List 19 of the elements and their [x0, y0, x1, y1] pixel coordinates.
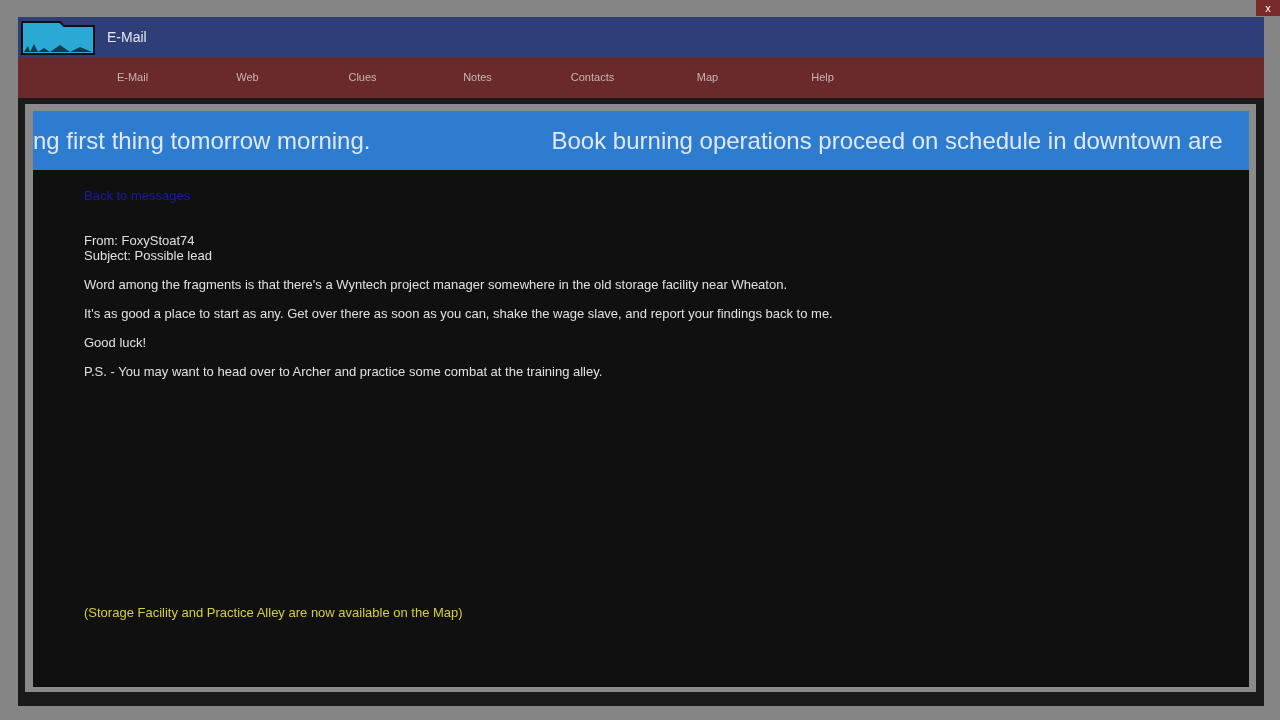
subject-line: Subject: Possible lead: [84, 247, 213, 263]
ticker-text: ng first thing tomorrow morning.: [33, 125, 371, 156]
message-paragraph: P.S. - You may want to head over to Archer and practice some combat at the training alley.: [84, 363, 604, 379]
message-paragraph: Word among the fragments is that there's a Wyntech project manager somewhere in the old storage facility near Wheaton.: [84, 276, 789, 292]
nav-tab[interactable]: Help: [765, 69, 880, 86]
nav-tab[interactable]: Clues: [305, 69, 420, 86]
nav-tab[interactable]: Notes: [420, 69, 535, 86]
sender-line: From: FoxyStoat74: [84, 232, 196, 248]
message-paragraph: It's as good a place to start as any. Get over there as soon as you can, shake the wage slave, and report your findings back to me.: [84, 305, 834, 321]
nav-tab[interactable]: Web: [190, 69, 305, 86]
nav-tab[interactable]: E-Mail: [75, 69, 190, 86]
close-button[interactable]: x: [1256, 0, 1280, 16]
ticker-text: Book burning operations proceed on schedule in downtown are: [551, 125, 1223, 156]
window-title: E-Mail: [107, 27, 147, 47]
nav-tab[interactable]: Map: [650, 69, 765, 86]
folder-icon: [20, 18, 96, 56]
map-notice: (Storage Facility and Practice Alley are now available on the Map): [84, 603, 464, 622]
nav-tab[interactable]: Contacts: [535, 69, 650, 86]
message-paragraph: Good luck!: [84, 334, 148, 350]
